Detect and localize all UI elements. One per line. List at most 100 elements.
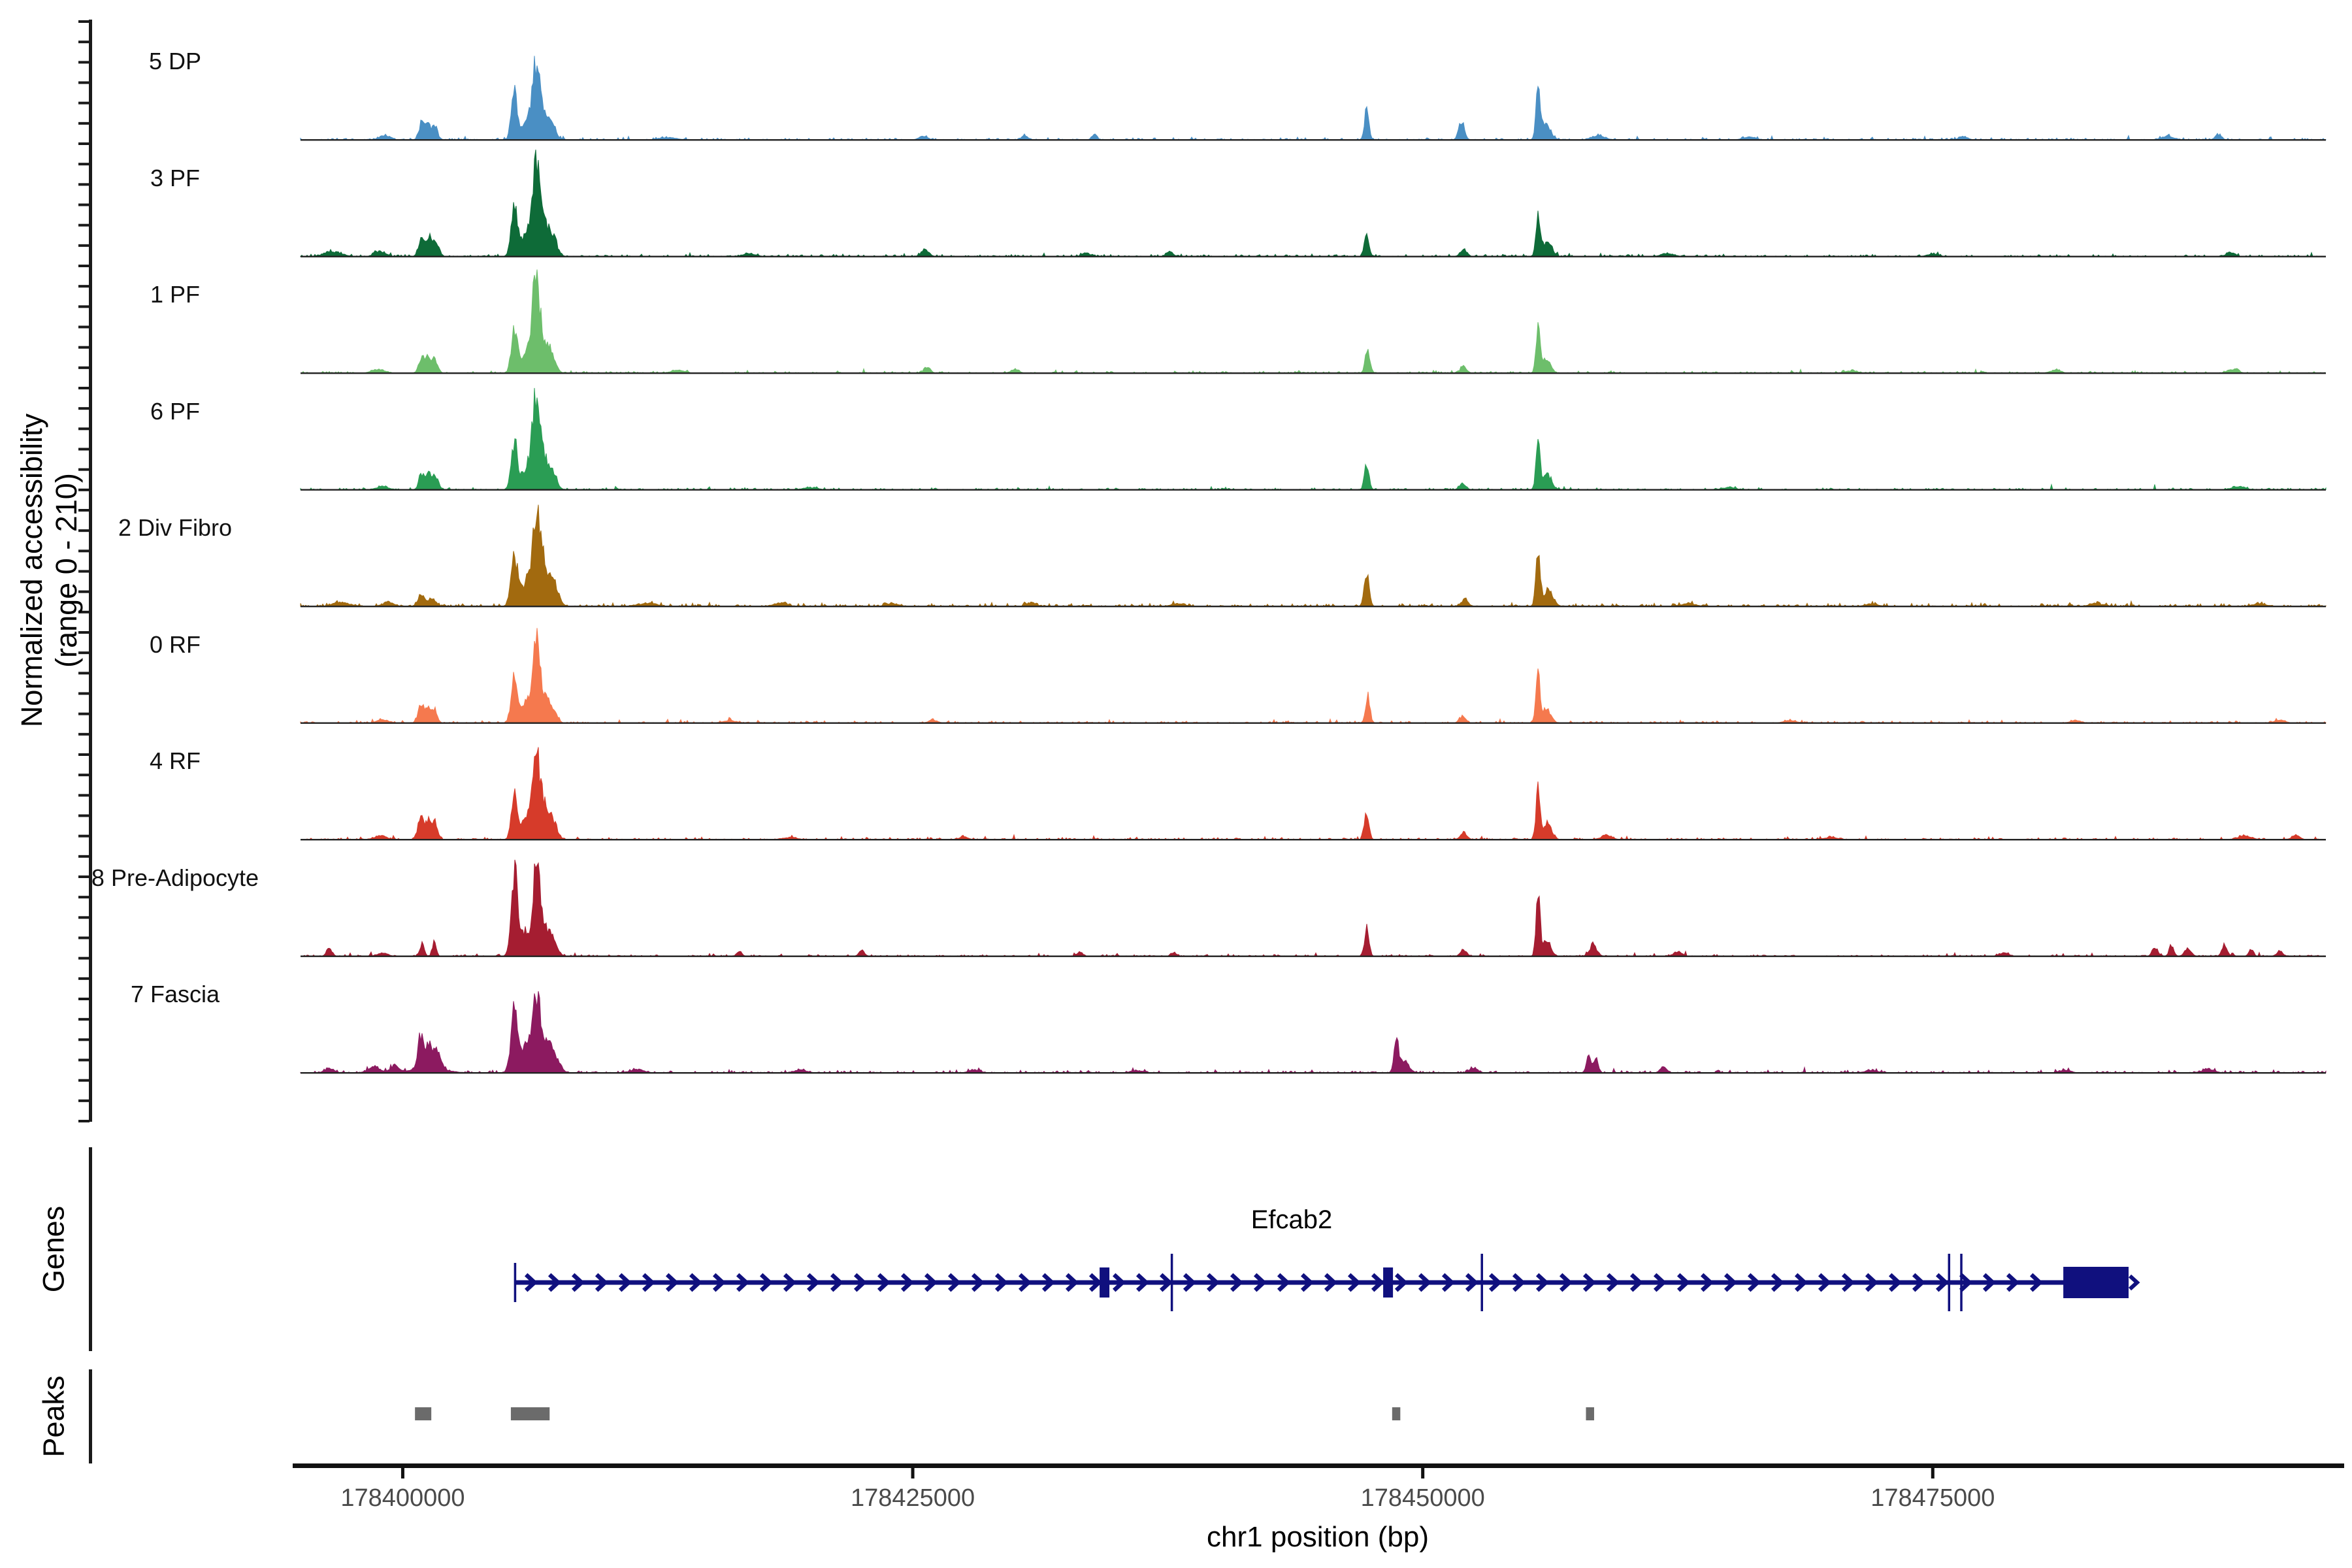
track-label-0-rf: 0 RF (150, 631, 201, 659)
track-label-6-pf: 6 PF (150, 398, 200, 425)
genome-browser-plot (0, 0, 2352, 1568)
track-baseline (301, 372, 2326, 374)
y-axis-label: Normalized accessibility (range 0 - 210) (14, 414, 84, 727)
y-axis-tick (78, 407, 90, 410)
y-axis-tick (78, 20, 90, 23)
track-label-1-pf: 1 PF (150, 281, 200, 308)
x-axis-tick-label: 178450000 (1361, 1484, 1485, 1512)
track-baseline (301, 1072, 2326, 1073)
gene-exon-thin (1948, 1254, 1951, 1311)
y-axis-tick (78, 774, 90, 776)
track-baseline (301, 956, 2326, 957)
y-axis-tick (78, 835, 90, 838)
y-axis-tick (78, 1079, 90, 1082)
track-label-8-pre-adipocyte: 8 Pre-Adipocyte (91, 864, 259, 892)
y-axis-tick (78, 1059, 90, 1062)
x-axis-tick-label: 178425000 (851, 1484, 975, 1512)
x-axis-line (293, 1463, 2344, 1468)
genes-section-label: Genes (36, 1206, 71, 1293)
y-axis-tick (78, 1100, 90, 1102)
x-axis-tick (401, 1468, 404, 1478)
y-axis-tick (78, 794, 90, 796)
gene-exon-thick (1100, 1267, 1109, 1298)
track-baseline (301, 256, 2326, 257)
y-axis-tick (78, 82, 90, 84)
y-axis-tick (78, 753, 90, 756)
x-axis-title: chr1 position (bp) (1207, 1521, 1429, 1554)
track-baseline (301, 489, 2326, 491)
y-axis-tick (78, 41, 90, 43)
y-axis-tick (78, 183, 90, 186)
peak-call-box (415, 1407, 431, 1420)
y-axis-label-line2: (range 0 - 210) (49, 414, 84, 727)
y-axis-tick (78, 875, 90, 878)
y-axis-tick (78, 1038, 90, 1041)
coverage-track-3-pf (301, 150, 2326, 256)
peak-call-box (511, 1407, 549, 1420)
coverage-track-5-dp (301, 56, 2326, 140)
coverage-track-4-rf (301, 747, 2326, 840)
track-baseline (301, 606, 2326, 607)
y-axis-tick (78, 346, 90, 349)
y-axis-tick (78, 998, 90, 1000)
peaks-section-label: Peaks (36, 1375, 71, 1457)
y-axis-tick (78, 1018, 90, 1021)
y-axis-tick (78, 122, 90, 125)
y-axis-tick (78, 305, 90, 308)
y-axis-tick (78, 326, 90, 329)
y-axis-tick (78, 1120, 90, 1122)
y-axis-tick (78, 285, 90, 287)
coverage-track-8-pre-adipocyte (301, 860, 2326, 956)
coverage-track-7-fascia (301, 991, 2326, 1073)
y-axis-tick (78, 937, 90, 939)
y-axis-tick (78, 896, 90, 898)
gene-exon-thin (1960, 1254, 1963, 1311)
genes-section-bracket (89, 1147, 92, 1351)
y-axis-tick (78, 102, 90, 105)
track-label-3-pf: 3 PF (150, 165, 200, 192)
y-axis-tick (78, 387, 90, 389)
y-axis-tick (78, 224, 90, 227)
gene-exon-thin (1480, 1254, 1483, 1311)
y-axis-tick (78, 733, 90, 736)
coverage-track-2-div-fibro (301, 505, 2326, 606)
track-label-2-div-fibro: 2 Div Fibro (118, 514, 232, 542)
y-axis-tick (78, 916, 90, 919)
gene-body-line (515, 1281, 2129, 1285)
y-axis-tick (78, 265, 90, 267)
y-axis-tick (78, 244, 90, 247)
y-axis-tick (78, 815, 90, 817)
y-axis-tick (78, 204, 90, 206)
x-axis-tick-label: 178400000 (340, 1484, 465, 1512)
track-label-7-fascia: 7 Fascia (131, 981, 220, 1008)
track-baseline (301, 839, 2326, 840)
gene-strand-arrow-icon (2130, 1276, 2137, 1289)
track-label-5-dp: 5 DP (149, 48, 201, 75)
gene-exon-thick (1383, 1267, 1393, 1298)
coverage-track-1-pf (301, 270, 2326, 374)
x-axis-tick (1931, 1468, 1935, 1478)
gene-start-tick (514, 1263, 517, 1302)
gene-exon-thin (1171, 1254, 1173, 1311)
coverage-track-6-pf (301, 388, 2326, 490)
y-axis-tick (78, 367, 90, 369)
coverage-track-0-rf (301, 628, 2326, 723)
peaks-section-bracket (89, 1369, 92, 1463)
genome-accessibility-figure: Normalized accessibility (range 0 - 210)… (0, 0, 2352, 1568)
y-axis-tick (78, 957, 90, 960)
x-axis-tick (1421, 1468, 1424, 1478)
y-axis-tick (78, 855, 90, 858)
track-baseline (301, 723, 2326, 724)
track-label-4-rf: 4 RF (150, 747, 201, 775)
peak-call-box (1586, 1407, 1593, 1420)
peak-call-box (1392, 1407, 1400, 1420)
x-axis-tick-label: 178475000 (1870, 1484, 1995, 1512)
y-axis-tick (78, 142, 90, 145)
track-baseline (301, 139, 2326, 140)
gene-name-label: Efcab2 (1251, 1205, 1333, 1235)
gene-terminal-exon-box (2063, 1267, 2129, 1298)
y-axis-tick (78, 61, 90, 63)
y-axis-tick (78, 163, 90, 165)
y-axis-tick (78, 977, 90, 980)
x-axis-tick (911, 1468, 915, 1478)
